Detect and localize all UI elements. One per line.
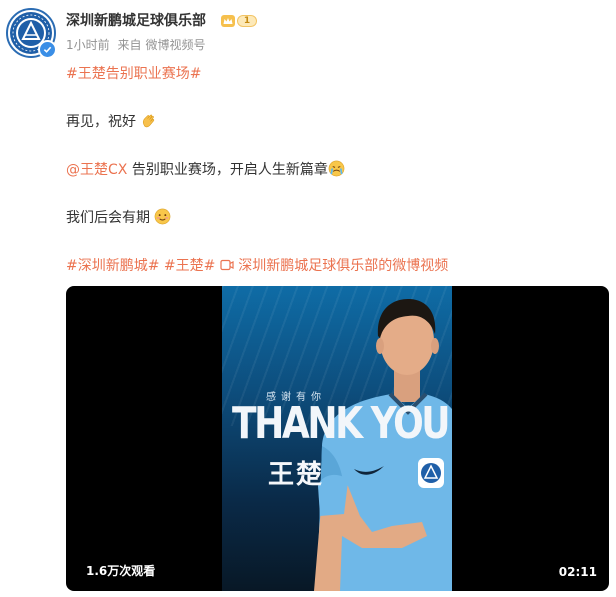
video-duration: 02:11 — [558, 565, 597, 579]
source-prefix: 来自 — [117, 38, 142, 52]
headline-row: #王楚告别职业赛场# — [66, 64, 201, 84]
video-source-link[interactable]: 深圳新鹏城足球俱乐部的微博视频 — [238, 258, 448, 274]
waving-hand-icon — [143, 114, 155, 128]
tag-link-club[interactable]: #深圳新鹏城# — [66, 258, 159, 274]
text-new-chapter: 告别职业赛场，开启人生新篇章 — [131, 162, 328, 178]
video-poster: 感谢有你 THANK YOU 王楚 — [222, 286, 452, 591]
text-line-2: @王楚CX 告别职业赛场，开启人生新篇章 — [66, 160, 345, 180]
verified-check-icon — [38, 40, 57, 59]
post-time[interactable]: 1小时前 — [66, 38, 110, 52]
view-count: 1.6万次观看 — [86, 564, 156, 578]
text-see-you: 我们后会有期 — [66, 210, 150, 226]
crying-face-icon — [328, 160, 345, 177]
text-farewell: 再见，祝好 — [66, 114, 136, 130]
weibo-post: 深圳新鹏城足球俱乐部 1 1小时前 来自 微博视频号 #王楚告别职业赛场# 再见，… — [0, 0, 616, 597]
avatar[interactable] — [6, 8, 57, 59]
video-link-icon — [220, 259, 234, 271]
poster-player-name: 王楚 — [268, 460, 325, 490]
text-line-3: 我们后会有期 — [66, 208, 171, 228]
tag-link-player[interactable]: #王楚# — [164, 258, 215, 274]
source-link[interactable]: 微博视频号 — [145, 38, 205, 52]
level-badge: 1 — [237, 15, 257, 27]
post-meta: 1小时前 来自 微博视频号 — [66, 37, 210, 53]
video-player[interactable]: 感谢有你 THANK YOU 王楚 1.6万次观看 02:11 — [66, 286, 609, 591]
tags-row: #深圳新鹏城# #王楚# 深圳新鹏城足球俱乐部的微博视频 — [66, 256, 448, 276]
smiling-face-icon — [155, 208, 171, 225]
topic-link[interactable]: #王楚告别职业赛场# — [66, 66, 201, 82]
mention-link[interactable]: @王楚CX — [66, 162, 127, 178]
account-name[interactable]: 深圳新鹏城足球俱乐部 — [66, 11, 206, 31]
crown-icon[interactable] — [220, 13, 236, 29]
poster-title: THANK YOU — [232, 398, 451, 449]
text-line-1: 再见，祝好 — [66, 112, 157, 132]
